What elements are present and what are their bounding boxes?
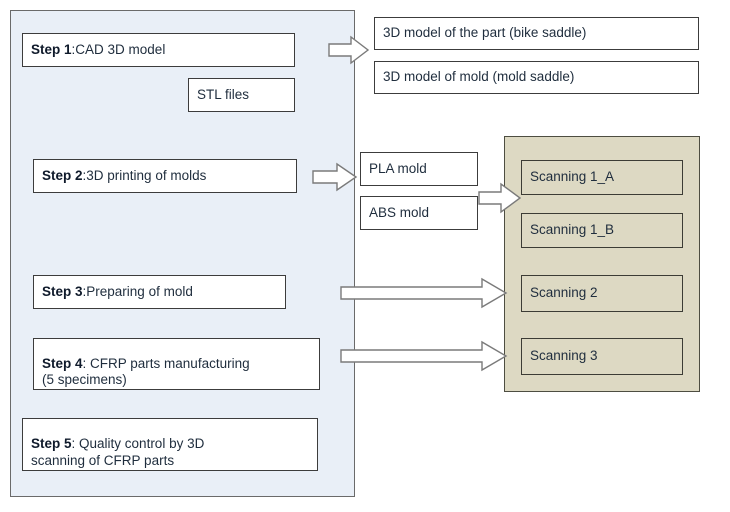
step-4-separator: :: [82, 355, 91, 371]
pla-mold-box[interactable]: PLA mold: [360, 152, 478, 186]
step-4-label: Step 4: [42, 355, 83, 371]
stl-files-box[interactable]: STL files: [188, 78, 295, 112]
step-3-box[interactable]: Step 3: Preparing of mold: [33, 275, 286, 309]
scanning-1a-box[interactable]: Scanning 1_A: [521, 160, 683, 195]
step-3-text: Preparing of mold: [86, 283, 193, 299]
abs-mold-text: ABS mold: [369, 204, 430, 220]
arrow-step2-to-molds-icon: [312, 162, 358, 192]
arrow-step1-to-models-icon: [328, 35, 370, 65]
scanning-2-box[interactable]: Scanning 2: [521, 275, 683, 312]
scanning-1a-text: Scanning 1_A: [530, 169, 615, 185]
step-5-separator: :: [71, 436, 80, 452]
step-3-label: Step 3: [42, 283, 83, 299]
model-of-mold-box[interactable]: 3D model of mold (mold saddle): [374, 61, 699, 94]
scanning-1b-box[interactable]: Scanning 1_B: [521, 213, 683, 248]
step-1-box[interactable]: Step 1: CAD 3D model: [22, 33, 295, 67]
step-1-text: CAD 3D model: [75, 41, 166, 57]
model-of-part-text: 3D model of the part (bike saddle): [383, 25, 587, 41]
step-5-box[interactable]: Step 5: Quality control by 3D scanning o…: [22, 418, 318, 471]
arrow-molds-to-scanning1-icon: [478, 182, 522, 214]
pla-mold-text: PLA mold: [369, 160, 427, 176]
arrow-step3-to-scanning2-icon: [340, 277, 508, 309]
abs-mold-box[interactable]: ABS mold: [360, 196, 478, 230]
step-2-text: 3D printing of molds: [86, 167, 207, 183]
scanning-2-text: Scanning 2: [530, 285, 598, 301]
step-2-label: Step 2: [42, 167, 83, 183]
model-of-mold-text: 3D model of mold (mold saddle): [383, 69, 575, 85]
step-5-label: Step 5: [31, 436, 72, 452]
model-of-part-box[interactable]: 3D model of the part (bike saddle): [374, 17, 699, 50]
diagram-canvas: Step 1: CAD 3D model STL files Step 2: 3…: [0, 0, 730, 512]
stl-files-text: STL files: [197, 86, 250, 102]
scanning-3-box[interactable]: Scanning 3: [521, 338, 683, 375]
arrow-step4-to-scanning3-icon: [340, 340, 508, 372]
scanning-3-text: Scanning 3: [530, 348, 598, 364]
scanning-1b-text: Scanning 1_B: [530, 222, 615, 238]
step-1-label: Step 1: [31, 41, 72, 57]
step-2-box[interactable]: Step 2: 3D printing of molds: [33, 159, 297, 193]
step-4-box[interactable]: Step 4: CFRP parts manufacturing (5 spec…: [33, 338, 320, 390]
